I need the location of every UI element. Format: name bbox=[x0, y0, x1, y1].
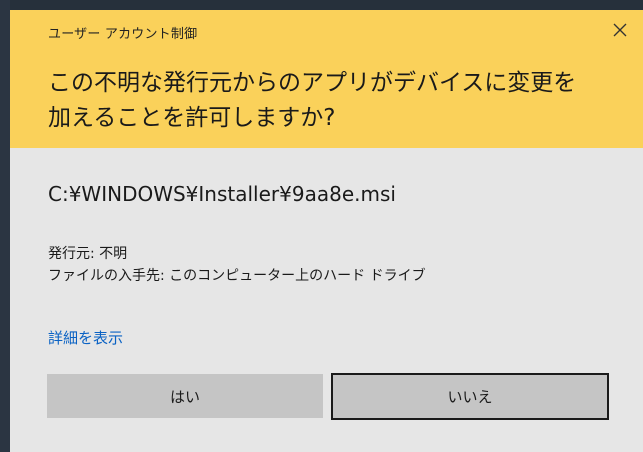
program-path: C:¥WINDOWS¥Installer¥9aa8e.msi bbox=[48, 182, 396, 206]
program-info: 発行元: 不明 ファイルの入手先: このコンピューター上のハード ドライブ bbox=[48, 243, 426, 287]
dialog-title: ユーザー アカウント制御 bbox=[48, 27, 198, 42]
question-line-1: この不明な発行元からのアプリがデバイスに変更を bbox=[48, 70, 577, 96]
consent-question: この不明な発行元からのアプリがデバイスに変更を 加えることを許可しますか? bbox=[48, 66, 618, 136]
dialog-header: ユーザー アカウント制御 この不明な発行元からのアプリがデバイスに変更を 加える… bbox=[10, 10, 643, 148]
close-button[interactable] bbox=[597, 14, 643, 46]
uac-dialog: ユーザー アカウント制御 この不明な発行元からのアプリがデバイスに変更を 加える… bbox=[10, 10, 643, 452]
publisher-line: 発行元: 不明 bbox=[48, 246, 128, 262]
desktop-background-left bbox=[0, 0, 10, 452]
file-origin-line: ファイルの入手先: このコンピューター上のハード ドライブ bbox=[48, 268, 426, 284]
question-line-2: 加えることを許可しますか? bbox=[48, 105, 336, 131]
desktop-background-top bbox=[0, 0, 643, 10]
show-details-link[interactable]: 詳細を表示 bbox=[48, 327, 123, 348]
no-button[interactable]: いいえ bbox=[331, 373, 609, 420]
close-icon bbox=[613, 23, 627, 37]
yes-button[interactable]: はい bbox=[47, 374, 323, 418]
